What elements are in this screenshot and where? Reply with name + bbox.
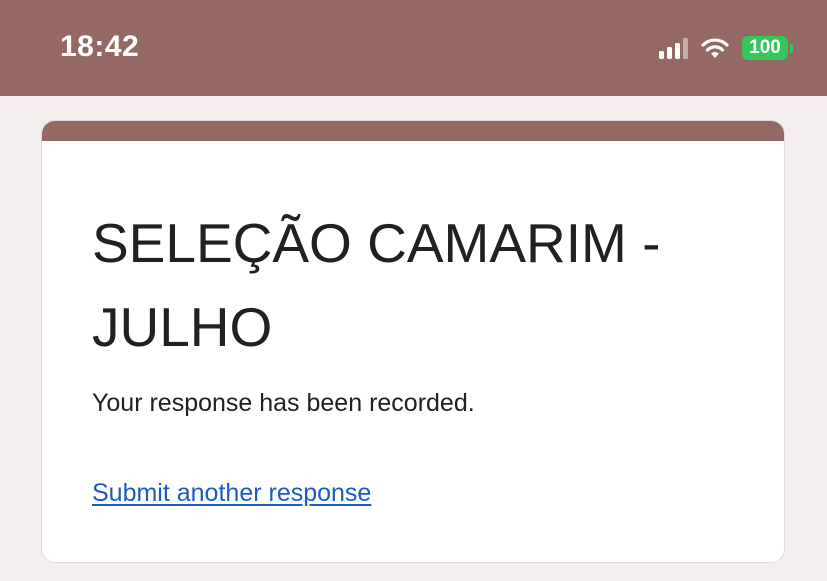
wifi-icon xyxy=(700,37,730,59)
form-response-card: SELEÇÃO CAMARIM - JULHO Your response ha… xyxy=(41,120,785,563)
card-accent-bar xyxy=(42,121,784,141)
signal-icon xyxy=(659,37,688,59)
status-bar: 18:42 100 xyxy=(0,0,827,96)
battery-icon: 100 xyxy=(742,36,793,60)
battery-level: 100 xyxy=(742,36,788,60)
confirmation-message: Your response has been recorded. xyxy=(92,389,475,417)
form-title: SELEÇÃO CAMARIM - JULHO xyxy=(92,212,661,358)
status-icons: 100 xyxy=(659,36,793,60)
submit-another-response-link[interactable]: Submit another response xyxy=(92,479,371,508)
status-time: 18:42 xyxy=(60,30,140,63)
